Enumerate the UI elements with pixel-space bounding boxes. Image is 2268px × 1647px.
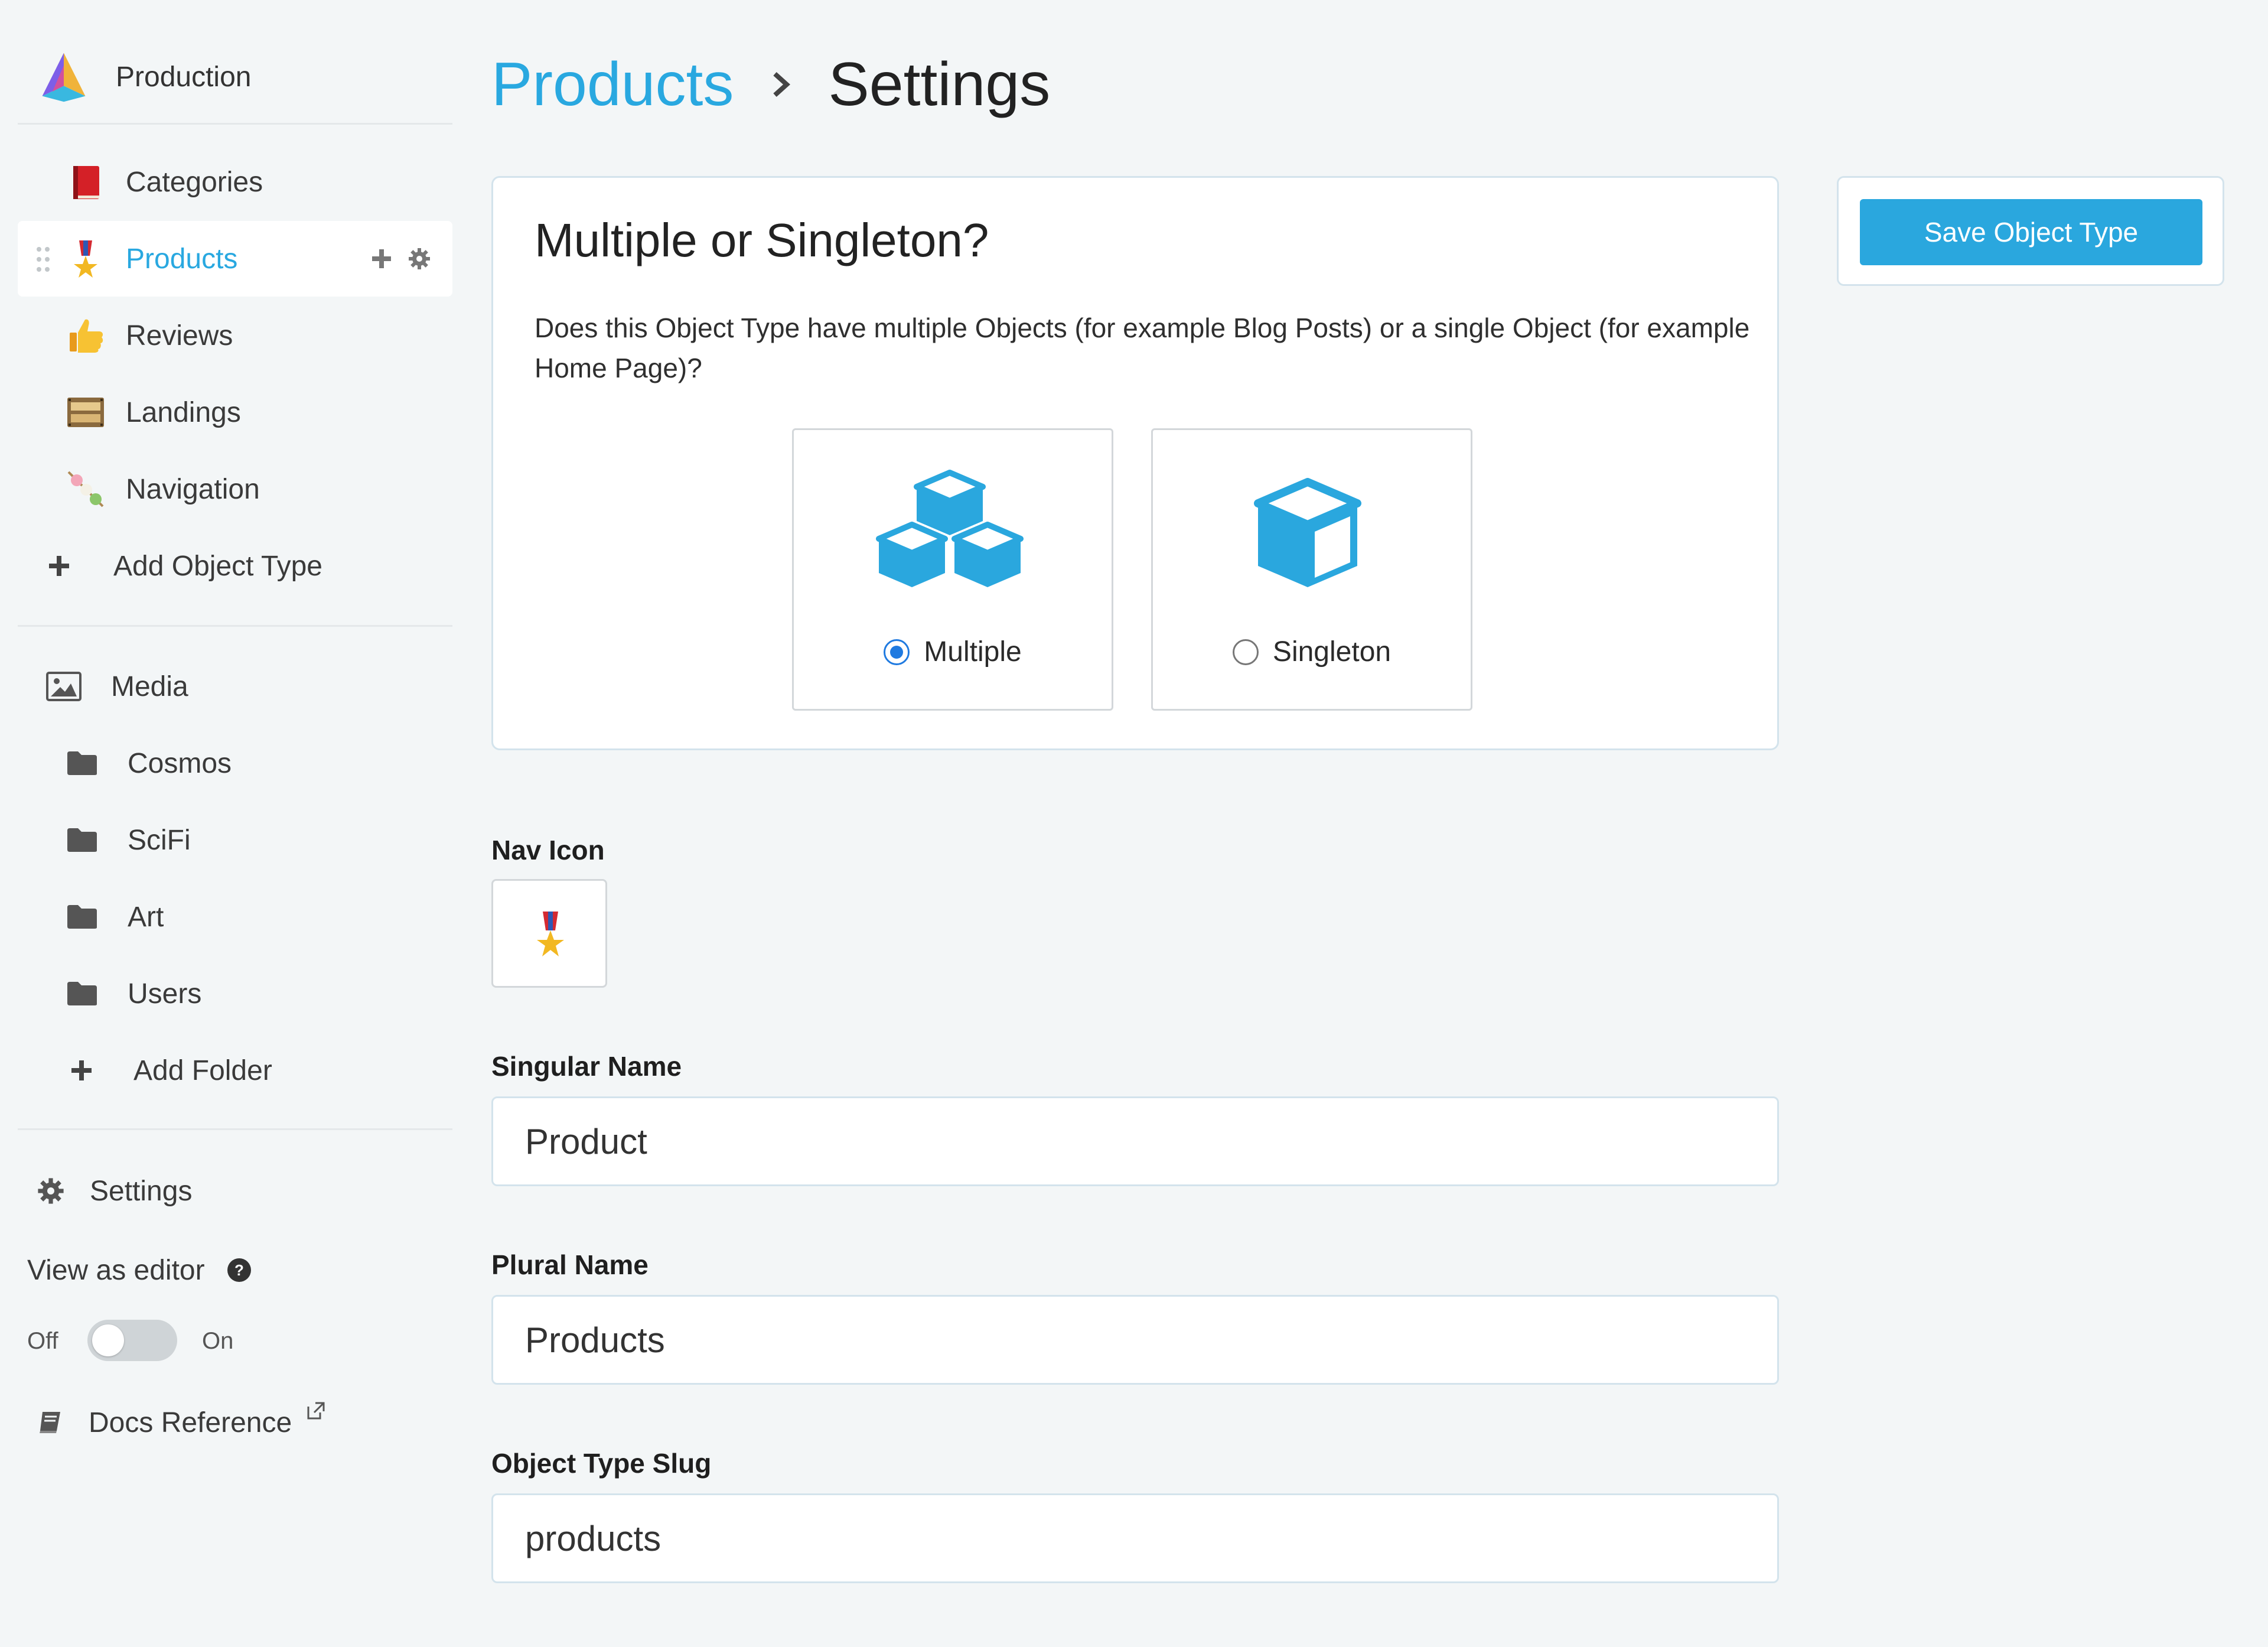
view-as-editor-row: View as editor ? (27, 1241, 252, 1300)
single-cube-icon (1254, 478, 1361, 587)
singular-name-input[interactable] (491, 1096, 1779, 1186)
sidebar: Production Categories Products Reviews L… (0, 0, 472, 1647)
option-singleton[interactable]: Singleton (1151, 428, 1472, 711)
folder-item-cosmos[interactable]: Cosmos (66, 734, 232, 793)
drag-handle-icon[interactable] (34, 245, 52, 274)
sidebar-item-label: Landings (126, 396, 241, 428)
option-label: Singleton (1272, 636, 1392, 668)
sidebar-item-label: Products (126, 243, 238, 275)
gear-icon[interactable] (408, 247, 431, 271)
folder-item-art[interactable]: Art (66, 887, 164, 946)
plural-name-label: Plural Name (491, 1249, 649, 1280)
film-frames-icon (67, 398, 104, 427)
sidebar-item-landings[interactable]: Landings (18, 375, 452, 450)
workspace-logo-icon (42, 53, 86, 102)
breadcrumb: Products Settings (491, 46, 1050, 123)
toggle-knob (92, 1324, 124, 1356)
sidebar-item-label: Settings (90, 1175, 193, 1207)
plus-icon (49, 556, 69, 576)
option-label: Multiple (924, 636, 1022, 668)
folder-label: SciFi (128, 824, 191, 856)
save-object-type-button[interactable]: Save Object Type (1860, 199, 2202, 265)
folder-label: Users (128, 978, 202, 1010)
card-title: Multiple or Singleton? (535, 214, 989, 266)
add-folder-label: Add Folder (133, 1054, 272, 1086)
sidebar-item-products[interactable]: Products (18, 221, 452, 297)
plural-name-input[interactable] (491, 1295, 1779, 1385)
plus-icon (71, 1060, 92, 1080)
folder-icon (67, 982, 97, 1005)
multiple-cubes-icon (876, 470, 1024, 587)
add-object-icon[interactable] (370, 247, 393, 271)
workspace-name: Production (116, 61, 252, 93)
save-panel: Save Object Type (1837, 176, 2224, 286)
sidebar-item-reviews[interactable]: Reviews (18, 298, 452, 373)
sidebar-item-media[interactable]: Media (46, 657, 188, 716)
military-medal-icon (74, 240, 97, 278)
nav-icon-picker[interactable] (491, 879, 607, 988)
sidebar-divider (18, 625, 452, 627)
folder-item-users[interactable]: Users (66, 964, 201, 1023)
nav-icon-label: Nav Icon (491, 835, 605, 865)
object-type-slug-input[interactable] (491, 1493, 1779, 1583)
docs-reference-label: Docs Reference (89, 1407, 292, 1438)
add-object-type-link[interactable]: Add Object Type (47, 536, 322, 595)
folder-icon (67, 751, 97, 775)
docs-reference-link[interactable]: Docs Reference (37, 1393, 326, 1452)
option-multiple[interactable]: Multiple (792, 428, 1113, 711)
breadcrumb-products-link[interactable]: Products (491, 50, 734, 120)
sidebar-item-categories[interactable]: Categories (18, 144, 452, 220)
sidebar-item-label: Reviews (126, 320, 233, 351)
external-link-icon (307, 1402, 325, 1420)
page-title: Settings (828, 50, 1051, 119)
radio-multiple[interactable] (884, 639, 910, 665)
multiple-or-singleton-card: Multiple or Singleton? Does this Object … (491, 176, 1779, 750)
book-icon (40, 1412, 60, 1433)
folder-icon (67, 828, 97, 852)
red-book-icon (73, 166, 99, 199)
add-object-type-label: Add Object Type (113, 550, 322, 582)
help-icon[interactable]: ? (226, 1257, 252, 1283)
svg-text:?: ? (234, 1261, 244, 1279)
sidebar-divider (18, 123, 452, 125)
sidebar-item-settings[interactable]: Settings (37, 1161, 192, 1220)
military-medal-icon (537, 912, 564, 956)
card-description: Does this Object Type have multiple Obje… (535, 313, 1750, 383)
sidebar-item-navigation[interactable]: Navigation (18, 451, 452, 527)
sidebar-item-label: Media (111, 670, 188, 702)
gear-icon (38, 1178, 64, 1204)
sidebar-item-label: Navigation (126, 473, 260, 505)
view-as-editor-toggle[interactable] (87, 1320, 177, 1361)
thumbs-up-icon (70, 319, 103, 353)
view-as-editor-label: View as editor (27, 1254, 205, 1286)
radio-row: Multiple (794, 636, 1112, 668)
chevron-right-icon (773, 72, 791, 97)
workspace-switcher[interactable]: Production (35, 48, 251, 105)
folder-label: Art (128, 901, 164, 933)
folder-label: Cosmos (128, 747, 232, 779)
dango-icon (67, 471, 104, 507)
sidebar-divider (18, 1128, 452, 1130)
folder-icon (67, 905, 97, 929)
toggle-on-label: On (202, 1328, 234, 1354)
radio-singleton[interactable] (1232, 639, 1259, 665)
toggle-off-label: Off (27, 1328, 58, 1354)
add-folder-link[interactable]: Add Folder (70, 1041, 272, 1100)
radio-row: Singleton (1153, 636, 1471, 668)
sidebar-item-label: Categories (126, 166, 263, 198)
object-type-slug-label: Object Type Slug (491, 1448, 712, 1479)
singular-name-label: Singular Name (491, 1051, 682, 1082)
image-icon (46, 672, 82, 701)
folder-item-scifi[interactable]: SciFi (66, 811, 191, 870)
